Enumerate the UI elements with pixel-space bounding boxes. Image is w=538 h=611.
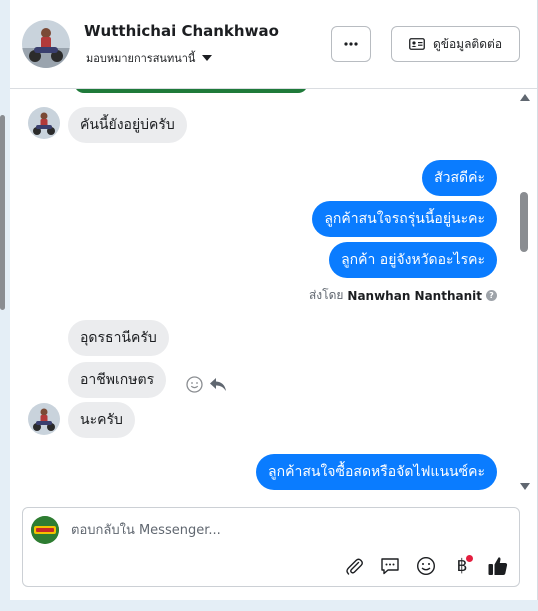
emoji-icon: [416, 556, 436, 576]
outgoing-message-bubble[interactable]: ลูกค้าสนใจรถรุ่นนี้อยู่นะคะ: [312, 201, 497, 237]
saved-replies-button[interactable]: [379, 555, 401, 577]
incoming-message-bubble[interactable]: คันนี้ยังอยู่บ่ครับ: [68, 107, 187, 143]
sent-by-info: ส่งโดย Nanwhan Nanthanit ?: [309, 286, 497, 305]
outgoing-message-bubble[interactable]: สัวสดีค่ะ: [422, 160, 497, 196]
sent-by-prefix: ส่งโดย: [308, 288, 344, 302]
contact-avatar[interactable]: [22, 20, 70, 68]
incoming-message-bubble[interactable]: อุดรธานีครับ: [68, 320, 169, 356]
previous-message-attachment: [74, 89, 308, 93]
comment-icon: [381, 558, 399, 575]
paperclip-icon: [346, 558, 363, 575]
message-actions: [186, 376, 227, 393]
view-contact-button[interactable]: ดูข้อมูลติดต่อ: [391, 26, 520, 62]
contact-name[interactable]: Wutthichai Chankhwao: [84, 22, 279, 40]
scroll-up-arrow[interactable]: [520, 94, 530, 101]
assign-conversation-dropdown[interactable]: มอบหมายการสนทนานี้: [86, 49, 213, 67]
composer-toolbar: ฿: [343, 555, 509, 577]
outer-scrollbar-thumb[interactable]: [0, 115, 5, 310]
message-list[interactable]: คันนี้ยังอยู่บ่ครับ สัวสดีค่ะ ลูกค้าสนใจ…: [10, 89, 538, 497]
smiley-icon[interactable]: [186, 376, 203, 393]
message-scrollbar-thumb[interactable]: [520, 192, 528, 252]
reply-composer: ฿: [22, 507, 520, 587]
outgoing-message-bubble[interactable]: ลูกค้า อยู่จังหวัดอะไรคะ: [329, 242, 497, 278]
incoming-message-bubble[interactable]: อาชีพเกษตร: [68, 362, 167, 398]
contact-avatar-small: [28, 403, 60, 435]
view-contact-label: ดูข้อมูลติดต่อ: [432, 36, 503, 51]
contact-card-icon: [409, 38, 425, 50]
emoji-button[interactable]: [415, 555, 437, 577]
more-options-button[interactable]: [331, 26, 371, 62]
attach-button[interactable]: [343, 555, 365, 577]
assign-label: มอบหมายการสนทนานี้: [86, 52, 196, 65]
payment-button[interactable]: ฿: [451, 555, 473, 577]
incoming-message-bubble[interactable]: นะครับ: [68, 402, 135, 438]
page-avatar: [31, 516, 59, 544]
contact-avatar-small: [28, 107, 60, 139]
outgoing-message-bubble[interactable]: ลูกค้าสนใจซื้อสดหรือจัดไฟแนนซ์คะ: [256, 454, 497, 490]
conversation-header: Wutthichai Chankhwao มอบหมายการสนทนานี้ …: [10, 0, 538, 89]
help-icon[interactable]: ?: [486, 290, 497, 301]
reply-input[interactable]: [71, 520, 471, 540]
conversation-panel: Wutthichai Chankhwao มอบหมายการสนทนานี้ …: [10, 0, 538, 600]
like-button[interactable]: [487, 555, 509, 577]
more-icon: [344, 42, 358, 46]
reply-icon[interactable]: [209, 377, 227, 392]
notification-dot: [466, 555, 473, 562]
like-icon: [488, 557, 508, 575]
sent-by-agent: Nanwhan Nanthanit: [347, 288, 482, 303]
chevron-down-icon: [202, 55, 213, 61]
scroll-down-arrow[interactable]: [520, 483, 530, 490]
